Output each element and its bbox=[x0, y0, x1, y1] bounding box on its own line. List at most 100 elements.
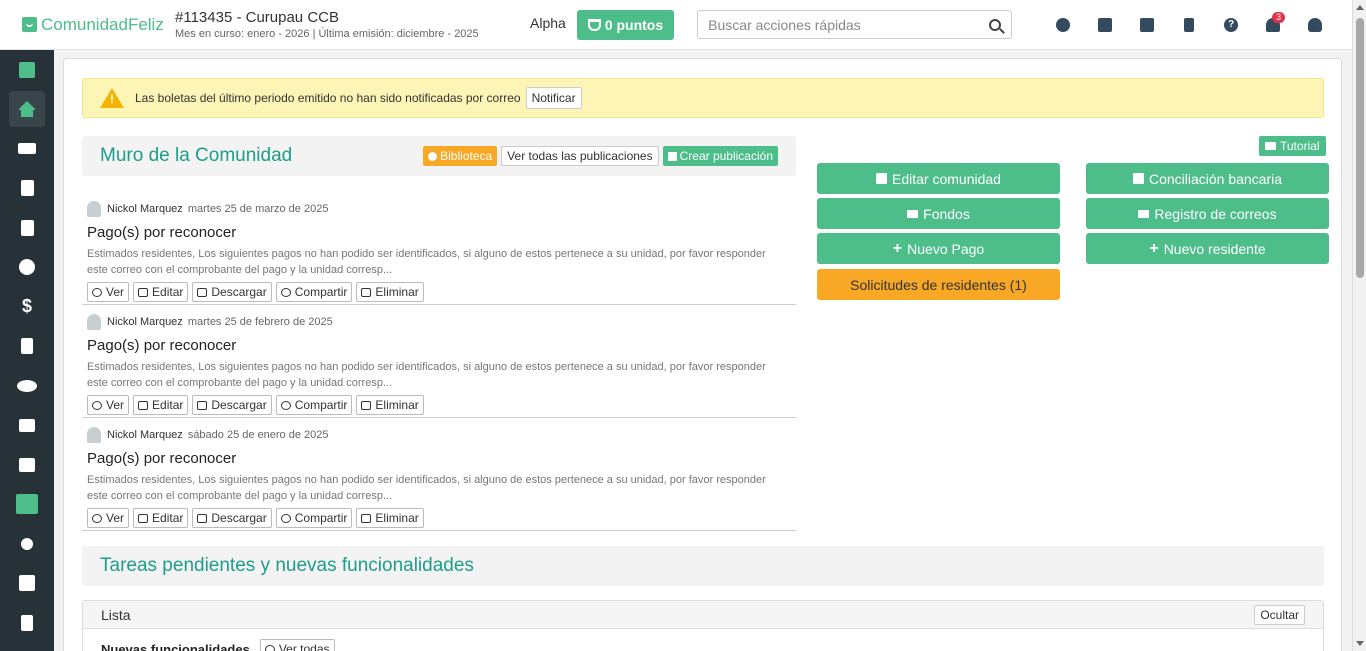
post-item: Nickol Marquez martes 25 de febrero de 2… bbox=[82, 305, 796, 418]
hide-button[interactable]: Ocultar bbox=[1254, 604, 1305, 625]
gifts-button[interactable] bbox=[1126, 10, 1168, 40]
share-post-button[interactable]: Compartir bbox=[275, 508, 353, 528]
sidebar-item-buildings[interactable] bbox=[0, 603, 54, 643]
post-body: Estimados residentes, Los siguientes pag… bbox=[87, 248, 766, 276]
trash-icon bbox=[361, 287, 372, 297]
post-title[interactable]: Pago(s) por reconocer bbox=[87, 224, 796, 241]
page-scrollbar[interactable] bbox=[1352, 0, 1366, 651]
user-menu-button[interactable] bbox=[1294, 10, 1336, 40]
resident-requests-label: Solicitudes de residentes (1) bbox=[850, 276, 1027, 293]
tasks-header: Tareas pendientes y nuevas funcionalidad… bbox=[82, 546, 1324, 586]
notifications-button[interactable]: 3 bbox=[1252, 10, 1294, 40]
delete-post-button[interactable]: Eliminar bbox=[356, 508, 424, 528]
view-all-label: Ver todas bbox=[278, 642, 330, 651]
sidebar-item-access[interactable] bbox=[0, 524, 54, 564]
building-gear-icon bbox=[19, 575, 35, 592]
building-icon bbox=[1184, 17, 1195, 32]
sidebar-item-calculator[interactable] bbox=[0, 327, 54, 367]
new-payment-button[interactable]: + Nuevo Pago bbox=[817, 233, 1060, 264]
create-post-button[interactable]: Crear publicación bbox=[662, 146, 778, 166]
share-post-button[interactable]: Compartir bbox=[275, 282, 353, 302]
view-post-button[interactable]: Ver bbox=[87, 282, 130, 302]
share-post-button[interactable]: Compartir bbox=[275, 395, 353, 415]
sidebar: $ bbox=[0, 50, 54, 651]
view-label: Ver bbox=[106, 398, 125, 412]
download-post-button[interactable]: Descargar bbox=[192, 282, 272, 302]
sidebar-item-marketplace[interactable] bbox=[0, 485, 54, 525]
info-icon bbox=[428, 151, 438, 161]
tutorial-button[interactable]: Tutorial bbox=[1259, 136, 1326, 156]
sidebar-item-bills[interactable] bbox=[0, 129, 54, 169]
buildings-button[interactable] bbox=[1168, 10, 1210, 40]
eye-icon bbox=[264, 644, 275, 651]
create-post-label: Crear publicación bbox=[679, 149, 773, 163]
sidebar-item-residents[interactable] bbox=[0, 366, 54, 406]
delete-post-button[interactable]: Eliminar bbox=[356, 282, 424, 302]
avatar bbox=[87, 314, 101, 330]
trophy-icon bbox=[587, 18, 601, 31]
post-author: Nickol Marquez bbox=[107, 316, 183, 328]
community-logo-icon bbox=[19, 61, 35, 78]
post-title[interactable]: Pago(s) por reconocer bbox=[87, 337, 796, 354]
delete-post-button[interactable]: Eliminar bbox=[356, 395, 424, 415]
sidebar-item-book[interactable] bbox=[0, 208, 54, 248]
view-post-button[interactable]: Ver bbox=[87, 395, 130, 415]
points-button[interactable]: 0 puntos bbox=[576, 9, 675, 40]
help-button[interactable]: ? bbox=[1210, 10, 1252, 40]
resident-requests-button[interactable]: Solicitudes de residentes (1) bbox=[817, 269, 1060, 300]
view-post-button[interactable]: Ver bbox=[87, 508, 130, 528]
post-actions: Ver Editar Descargar Compartir Eliminar bbox=[87, 282, 796, 302]
brand-logo[interactable]: ComunidadFeliz bbox=[22, 15, 172, 35]
pencil-icon bbox=[138, 513, 149, 523]
eye-icon bbox=[92, 400, 102, 410]
edit-post-button[interactable]: Editar bbox=[133, 395, 189, 415]
new-features-row: Nuevas funcionalidades Ver todas bbox=[83, 639, 1323, 651]
graduation-cap-icon bbox=[1265, 142, 1276, 150]
home-icon bbox=[18, 100, 36, 117]
post-meta: Nickol Marquez martes 25 de marzo de 202… bbox=[87, 200, 796, 218]
user-icon bbox=[1308, 17, 1323, 32]
sidebar-item-staff[interactable] bbox=[0, 406, 54, 446]
books-icon bbox=[1098, 17, 1113, 32]
view-all-posts-button[interactable]: Ver todas las publicaciones bbox=[501, 146, 659, 166]
support-button[interactable] bbox=[1042, 10, 1084, 40]
download-post-button[interactable]: Descargar bbox=[192, 395, 272, 415]
new-resident-button[interactable]: + Nuevo residente bbox=[1086, 233, 1329, 264]
scroll-down-arrow-icon[interactable] bbox=[1356, 641, 1364, 646]
search-icon[interactable] bbox=[989, 18, 1002, 31]
delete-label: Eliminar bbox=[375, 285, 419, 299]
post-title[interactable]: Pago(s) por reconocer bbox=[87, 450, 796, 467]
notification-alert: Las boletas del último periodo emitido n… bbox=[82, 78, 1324, 118]
sidebar-item-documents[interactable] bbox=[0, 169, 54, 209]
funds-button[interactable]: Fondos bbox=[817, 198, 1060, 229]
download-post-button[interactable]: Descargar bbox=[192, 508, 272, 528]
library-button[interactable]: Biblioteca bbox=[423, 146, 498, 166]
scroll-up-arrow-icon[interactable] bbox=[1356, 5, 1364, 10]
sidebar-item-payments[interactable]: $ bbox=[0, 287, 54, 327]
post-item: Nickol Marquez martes 25 de marzo de 202… bbox=[82, 192, 796, 305]
scrollbar-thumb[interactable] bbox=[1356, 18, 1364, 278]
trash-icon bbox=[361, 513, 372, 523]
sidebar-item-properties[interactable] bbox=[0, 564, 54, 604]
new-resident-label: Nuevo residente bbox=[1163, 240, 1266, 257]
building-icon bbox=[21, 614, 33, 631]
view-label: Ver bbox=[106, 285, 125, 299]
sidebar-item-home[interactable] bbox=[0, 90, 54, 130]
post-author: Nickol Marquez bbox=[107, 429, 183, 441]
sidebar-item-bank[interactable] bbox=[0, 445, 54, 485]
edit-community-button[interactable]: Editar comunidad bbox=[817, 163, 1060, 194]
post-date: martes 25 de febrero de 2025 bbox=[187, 316, 333, 328]
bank-icon bbox=[19, 457, 35, 472]
sidebar-item-dashboard[interactable] bbox=[0, 248, 54, 288]
edit-post-button[interactable]: Editar bbox=[133, 282, 189, 302]
edit-post-button[interactable]: Editar bbox=[133, 508, 189, 528]
wall-title: Muro de la Comunidad bbox=[100, 145, 293, 166]
sidebar-item-community-logo[interactable] bbox=[0, 50, 54, 90]
notify-button[interactable]: Notificar bbox=[525, 87, 582, 109]
bank-reconciliation-button[interactable]: Conciliación bancaria bbox=[1086, 163, 1329, 194]
library-button[interactable] bbox=[1084, 10, 1126, 40]
view-all-features-button[interactable]: Ver todas bbox=[259, 639, 335, 651]
download-icon bbox=[197, 287, 208, 297]
search-input[interactable] bbox=[708, 16, 990, 33]
email-log-button[interactable]: Registro de correos bbox=[1086, 198, 1329, 229]
